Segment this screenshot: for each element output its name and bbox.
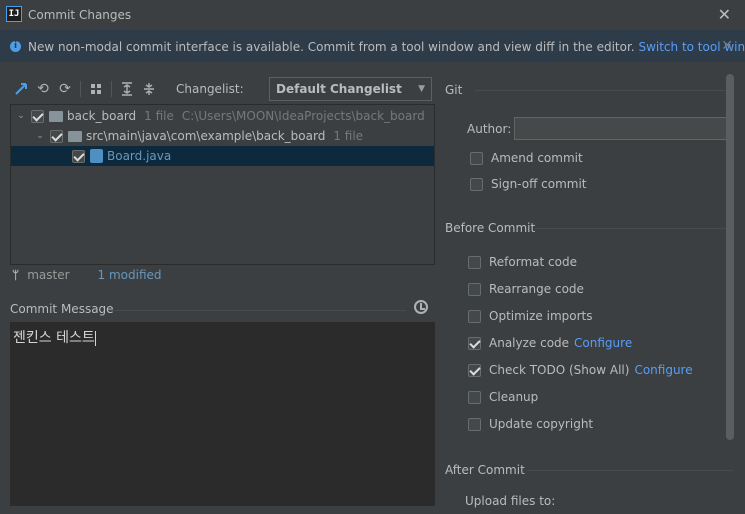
info-icon: i (10, 41, 21, 52)
changes-tree: ⌄ back_board 1 file C:\Users\MOON\IdeaPr… (10, 104, 435, 265)
git-section-title: Git (445, 83, 463, 97)
before-commit-title: Before Commit (445, 221, 536, 235)
toolbar-separator (111, 81, 112, 97)
commit-message-input[interactable]: 젠킨스 테스트 (10, 322, 435, 506)
rearrange-checkbox[interactable] (468, 282, 481, 296)
copyright-label: Update copyright (489, 417, 594, 431)
root-name: back_board (67, 109, 137, 123)
changelist-dropdown[interactable]: Default Changelist ▼ (269, 77, 432, 101)
folder-name: src\main\java\com\example\back_board (86, 129, 326, 143)
tree-row-folder[interactable]: ⌄ src\main\java\com\example\back_board 1… (11, 126, 434, 146)
branch-name: master (27, 268, 70, 282)
intellij-logo-icon: IJ (6, 6, 22, 22)
cleanup-label: Cleanup (489, 390, 539, 404)
signoff-commit-option[interactable]: Sign-off commit (470, 177, 587, 191)
collapse-all-icon[interactable] (138, 78, 160, 100)
branch-icon: ᛘ (12, 268, 20, 282)
todo-checkbox[interactable] (468, 363, 481, 377)
folder-checkbox[interactable] (50, 129, 63, 143)
commit-message-text: 젠킨스 테스트 (13, 330, 95, 346)
close-icon[interactable]: ✕ (718, 5, 731, 24)
root-path: C:\Users\MOON\IdeaProjects\back_board (181, 109, 425, 123)
root-checkbox[interactable] (31, 109, 44, 123)
group-by-icon[interactable] (85, 78, 107, 100)
amend-commit-option[interactable]: Amend commit (470, 151, 583, 165)
banner-close-icon[interactable]: ✕ (721, 38, 733, 54)
optimize-imports-option[interactable]: Optimize imports (468, 309, 593, 323)
check-todo-option[interactable]: Check TODO (Show All) Configure (468, 363, 693, 377)
tree-row-root[interactable]: ⌄ back_board 1 file C:\Users\MOON\IdeaPr… (11, 106, 434, 126)
chevron-down-icon[interactable]: ⌄ (15, 111, 27, 121)
optimize-checkbox[interactable] (468, 309, 481, 323)
copyright-checkbox[interactable] (468, 417, 481, 431)
commit-options-panel: Git Author: Amend commit Sign-off commit… (445, 70, 733, 514)
analyze-configure-link[interactable]: Configure (574, 336, 632, 350)
tree-row-file[interactable]: Board.java (11, 146, 434, 166)
chevron-down-icon[interactable]: ⌄ (34, 131, 46, 141)
history-clock-icon[interactable] (414, 300, 428, 314)
chevron-down-icon: ▼ (418, 84, 425, 94)
author-input[interactable] (514, 117, 730, 140)
file-checkbox[interactable] (72, 149, 85, 163)
cleanup-checkbox[interactable] (468, 390, 481, 404)
reformat-checkbox[interactable] (468, 255, 481, 269)
branch-status: ᛘ master 1 modified (12, 268, 162, 282)
changes-toolbar: ⟲ ⟳ Changelist: Default Changelist ▼ (10, 76, 435, 102)
signoff-label: Sign-off commit (491, 177, 587, 191)
folder-icon (68, 130, 82, 142)
rollback-icon[interactable]: ⟲ (32, 78, 54, 100)
reformat-label: Reformat code (489, 255, 577, 269)
analyze-code-option[interactable]: Analyze code Configure (468, 336, 632, 350)
update-copyright-option[interactable]: Update copyright (468, 417, 593, 431)
changelist-label: Changelist: (176, 82, 244, 96)
expand-all-icon[interactable] (116, 78, 138, 100)
analyze-label: Analyze code (489, 336, 570, 350)
after-commit-title: After Commit (445, 463, 525, 477)
window-title: Commit Changes (28, 8, 132, 22)
amend-checkbox[interactable] (470, 151, 483, 165)
divider (110, 310, 406, 311)
changelist-value: Default Changelist (276, 82, 402, 96)
rearrange-option[interactable]: Rearrange code (468, 282, 584, 296)
options-scrollbar[interactable] (726, 74, 734, 440)
modified-count-link[interactable]: 1 modified (98, 268, 162, 282)
folder-count: 1 file (333, 129, 364, 143)
root-count: 1 file (144, 109, 174, 123)
todo-configure-link[interactable]: Configure (634, 363, 692, 377)
toolbar-separator (80, 81, 81, 97)
todo-label: Check TODO (Show All) (489, 363, 630, 377)
reformat-option[interactable]: Reformat code (468, 255, 577, 269)
refresh-icon[interactable]: ⟳ (54, 78, 76, 100)
commit-message-label: Commit Message (10, 302, 114, 316)
divider (475, 90, 733, 91)
divider (535, 228, 733, 229)
banner-message: New non-modal commit interface is availa… (28, 40, 745, 54)
signoff-checkbox[interactable] (470, 177, 483, 191)
module-folder-icon (49, 110, 63, 122)
show-diff-icon[interactable] (10, 78, 32, 100)
text-caret (94, 330, 96, 346)
file-name: Board.java (107, 149, 172, 163)
rearrange-label: Rearrange code (489, 282, 584, 296)
notification-banner: i New non-modal commit interface is avai… (0, 30, 745, 62)
java-file-icon (90, 149, 103, 163)
title-bar: IJ Commit Changes ✕ (0, 0, 745, 30)
amend-label: Amend commit (491, 151, 583, 165)
analyze-checkbox[interactable] (468, 336, 481, 350)
upload-files-label: Upload files to: (465, 494, 556, 508)
banner-text: New non-modal commit interface is availa… (28, 40, 635, 54)
author-label: Author: (467, 122, 512, 136)
cleanup-option[interactable]: Cleanup (468, 390, 538, 404)
divider (527, 470, 733, 471)
optimize-label: Optimize imports (489, 309, 593, 323)
